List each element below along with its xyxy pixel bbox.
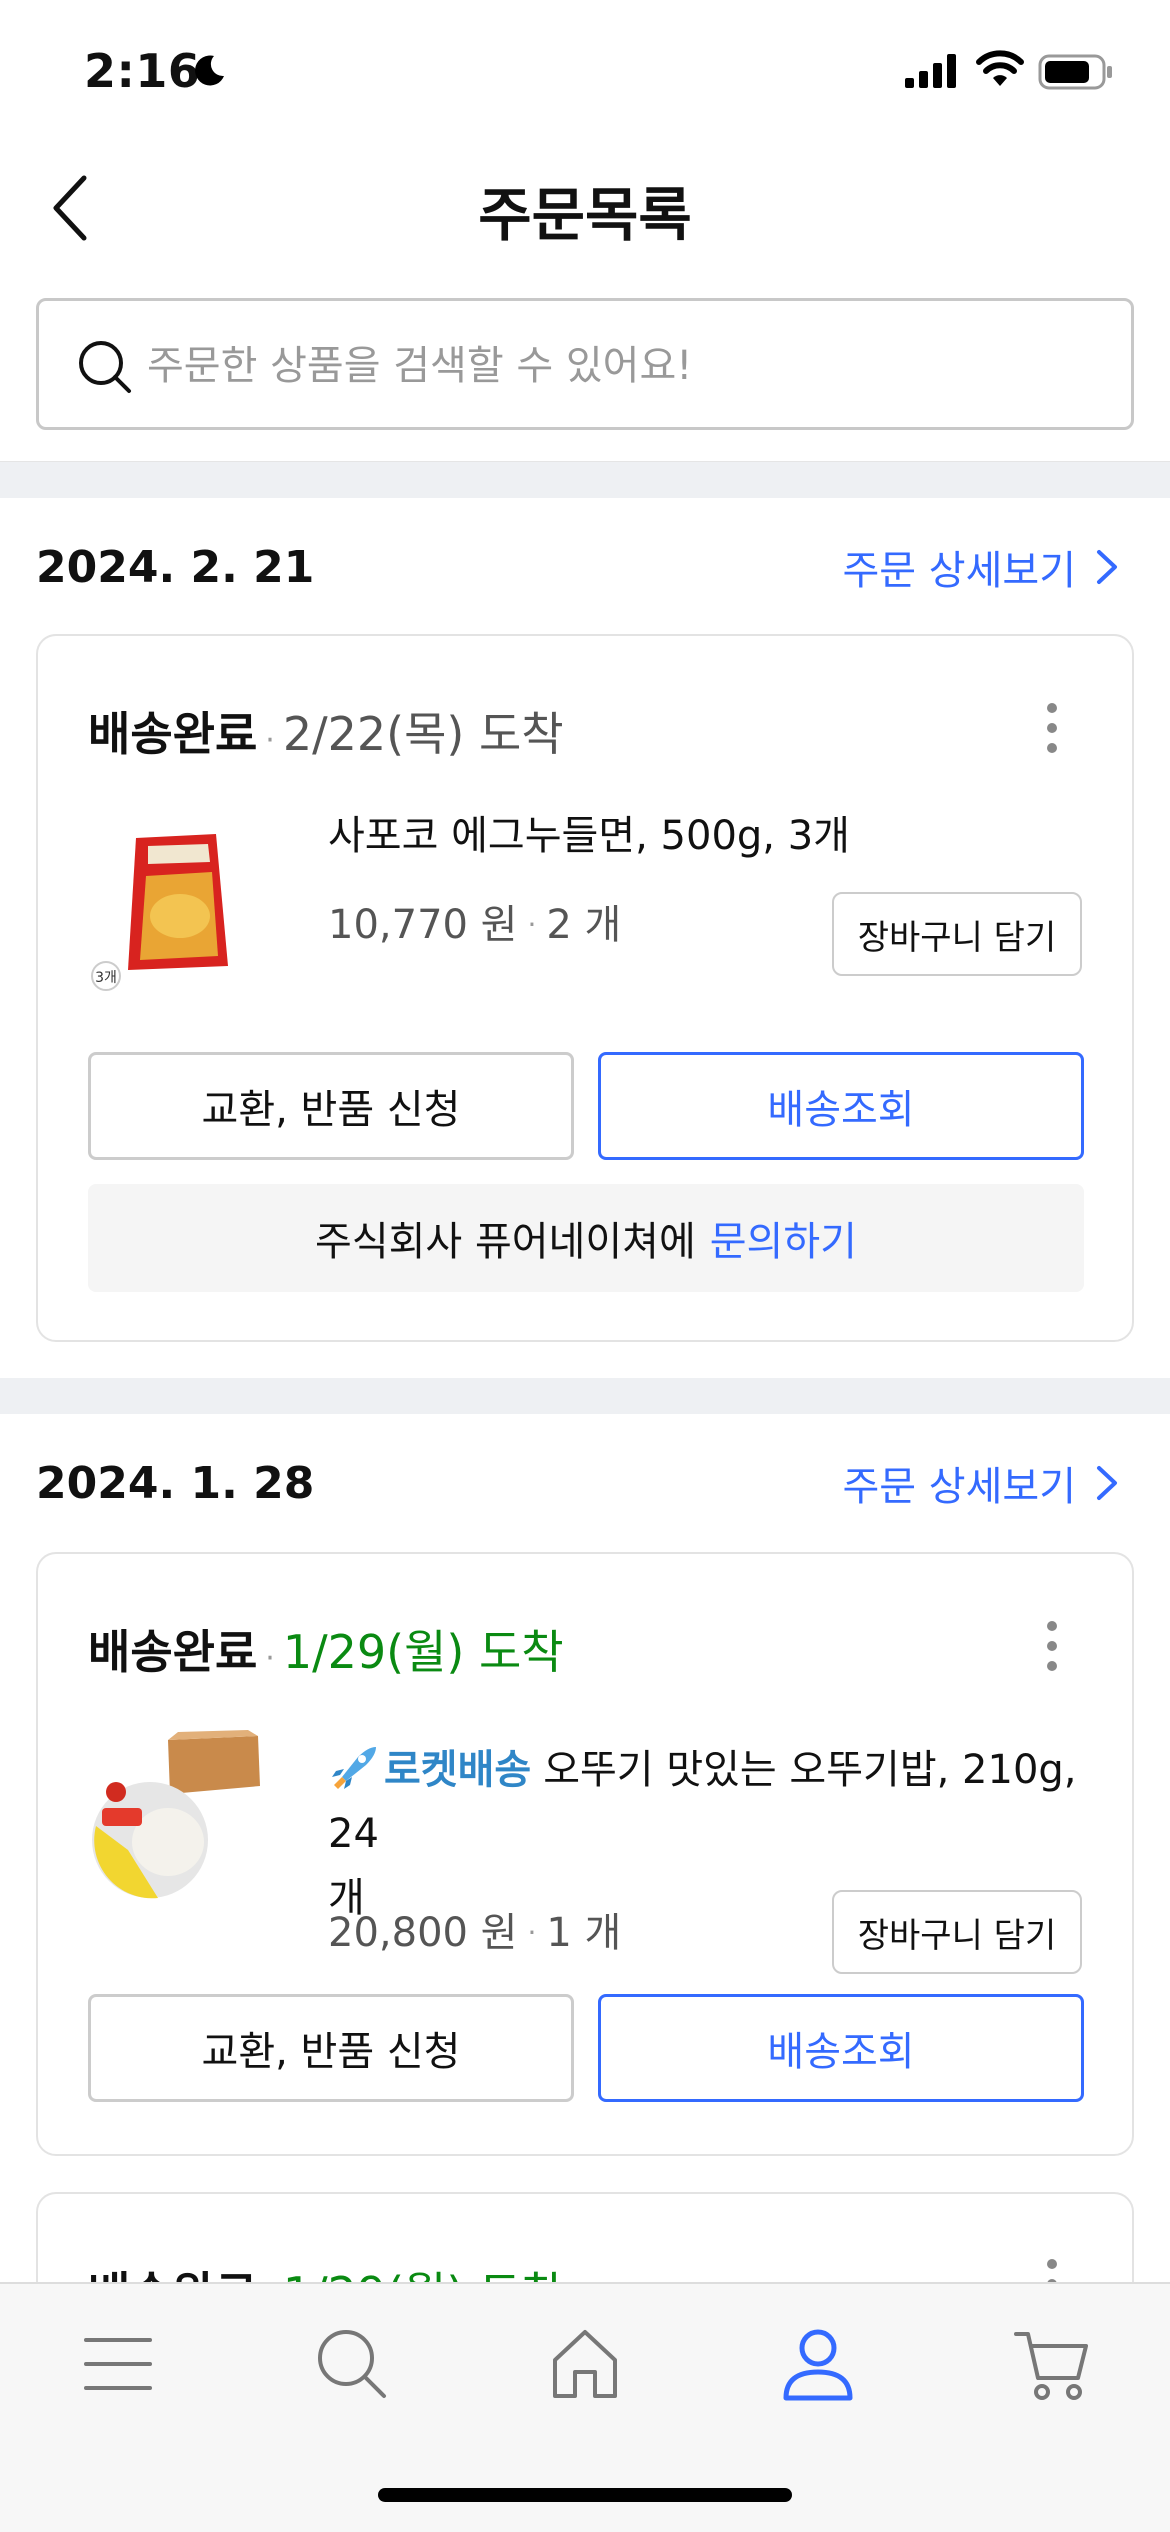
chevron-right-icon [1097,550,1117,584]
battery-icon [1038,54,1112,90]
quantity: 2 개 [546,902,622,948]
status-label: 배송완료 [88,707,258,761]
cellular-signal-icon [905,54,956,88]
more-options-icon[interactable] [1046,1620,1058,1672]
track-delivery-button[interactable]: 배송조회 [598,1052,1084,1160]
moon-icon [195,55,224,86]
price: 10,770 원 [328,902,518,948]
order-group: 2024. 2. 21 주문 상세보기 배송완료 · 2/22(목) 도착 3개… [0,498,1170,1378]
order-detail-label: 주문 상세보기 [842,548,1076,594]
search-box[interactable] [36,298,1134,430]
arrival-date: 2/22(목) 도착 [282,707,564,761]
arrival-date: 1/29(월) 도착 [282,1625,564,1679]
product-name[interactable]: 사포코 에그누들면, 500g, 3개 [328,804,850,868]
order-detail-label: 주문 상세보기 [842,1464,1076,1510]
return-exchange-button[interactable]: 교환, 반품 신청 [88,1994,574,2102]
return-exchange-button[interactable]: 교환, 반품 신청 [88,1052,574,1160]
home-indicator [378,2488,792,2502]
menu-icon[interactable] [78,2324,158,2404]
quantity: 1 개 [546,1910,622,1956]
add-to-cart-button[interactable]: 장바구니 담기 [832,1890,1082,1974]
add-to-cart-button[interactable]: 장바구니 담기 [832,892,1082,976]
order-date: 2024. 1. 28 [36,1458,315,1509]
search-input[interactable] [147,331,1047,401]
more-options-icon[interactable] [1046,702,1058,754]
product-thumbnail[interactable]: 3개 [88,816,264,992]
order-detail-link[interactable]: 주문 상세보기 [842,538,1120,596]
delivery-status: 배송완료 · 2/22(목) 도착 [88,698,564,764]
track-delivery-button[interactable]: 배송조회 [598,1994,1084,2102]
nav-bar: 주문목록 [0,140,1170,290]
seller-inquiry-bar[interactable]: 주식회사 퓨어네이쳐에 문의하기 [88,1184,1084,1292]
status-time: 2:16 [84,44,201,98]
product-price-row: 10,770 원 · 2 개 [328,902,622,948]
account-icon[interactable] [778,2324,858,2404]
product-thumbnail[interactable] [88,1730,264,1906]
home-icon[interactable] [545,2324,625,2404]
order-detail-link[interactable]: 주문 상세보기 [842,1454,1120,1512]
status-label: 배송완료 [88,1625,258,1679]
price: 20,800 원 [328,1910,518,1956]
delivery-status: 배송완료 · 1/29(월) 도착 [88,1616,564,1682]
seller-text: 주식회사 퓨어네이쳐에 [315,1219,696,1265]
product-price-row: 20,800 원 · 1 개 [328,1910,622,1956]
search-icon [79,341,131,393]
inquiry-link[interactable]: 문의하기 [710,1209,857,1267]
page-title: 주문목록 [478,181,692,249]
order-group: 2024. 1. 28 주문 상세보기 배송완료 · 1/29(월) 도착 로켓… [0,1414,1170,2392]
rocket-delivery-label: 로켓배송 [384,1747,532,1793]
cart-icon[interactable] [1012,2324,1092,2404]
search-section [0,290,1170,462]
order-date: 2024. 2. 21 [36,542,315,593]
wifi-icon [976,50,1024,86]
order-card: 배송완료 · 2/22(목) 도착 3개 사포코 에그누들면, 500g, 3개… [36,634,1134,1342]
thumb-badge: 3개 [95,970,117,986]
status-bar: 2:16 [0,0,1170,140]
rocket-delivery-icon [332,1747,376,1789]
search-icon[interactable] [312,2324,392,2404]
order-card: 배송완료 · 1/29(월) 도착 로켓배송 오뚜기 맛있는 오뚜기밥, 210g… [36,1552,1134,2156]
chevron-right-icon [1097,1466,1117,1500]
